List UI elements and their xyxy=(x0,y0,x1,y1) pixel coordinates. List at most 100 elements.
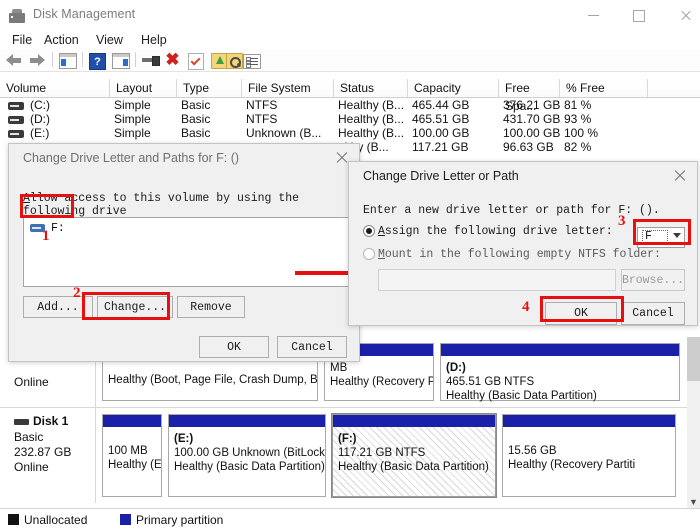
menu-help[interactable]: Help xyxy=(137,32,171,48)
show-hide-console-tree-icon[interactable] xyxy=(59,51,77,69)
dialog2-cancel-button[interactable]: Cancel xyxy=(621,302,685,325)
list-view-icon[interactable] xyxy=(243,51,261,69)
toolbar: ? ✖ xyxy=(0,49,700,72)
partition-label: (F:) xyxy=(333,428,495,446)
close-button[interactable] xyxy=(662,0,700,31)
title-bar: Disk Management xyxy=(0,0,700,34)
dialog2-prompt: Enter a new drive letter or path for F: … xyxy=(363,204,660,217)
disk-management-icon xyxy=(9,9,25,23)
dialog2-title: Change Drive Letter or Path xyxy=(363,169,519,183)
window-title: Disk Management xyxy=(33,7,135,21)
show-hide-action-pane-icon[interactable] xyxy=(112,51,130,69)
dialog1-title: Change Drive Letter and Paths for F: () xyxy=(23,151,239,165)
help-icon[interactable]: ? xyxy=(89,51,107,69)
annotation-highlight-1 xyxy=(20,194,74,218)
menu-action[interactable]: Action xyxy=(40,32,83,48)
disk-row-1[interactable]: Disk 1 Basic 232.87 GB Online 100 MB Hea… xyxy=(0,408,690,503)
partition-bar xyxy=(441,344,679,357)
disk-0-status: Online xyxy=(14,375,95,390)
column-header-file-system[interactable]: File System xyxy=(242,79,334,97)
toolbar-separator xyxy=(135,52,136,67)
drive-icon xyxy=(8,116,24,124)
partition-health: Healthy (Recovery P xyxy=(325,375,433,389)
back-arrow-icon[interactable] xyxy=(6,51,24,69)
properties-icon[interactable] xyxy=(142,51,160,69)
scrollbar-thumb[interactable] xyxy=(687,337,700,381)
disk-1-status: Online xyxy=(14,460,95,475)
partition-d[interactable]: (D:) 465.51 GB NTFS Healthy (Basic Data … xyxy=(440,343,680,401)
partition-size: 15.56 GB xyxy=(503,428,675,458)
disk-map-pane: Online Healthy (Boot, Page File, Crash D… xyxy=(0,337,690,509)
partition-label: (E:) xyxy=(169,428,325,446)
mount-path-input[interactable] xyxy=(378,269,616,291)
disk-1-partitions: 100 MB Healthy (E (E:) 100.00 GB Unknown… xyxy=(96,408,690,503)
menu-view[interactable]: View xyxy=(92,32,127,48)
column-header-type[interactable]: Type xyxy=(177,79,242,97)
dialog1-ok-button[interactable]: OK xyxy=(199,336,269,358)
annotation-highlight-2 xyxy=(82,292,170,320)
search-folder-icon[interactable] xyxy=(226,51,244,69)
annotation-step-2: 2 xyxy=(73,285,81,302)
legend-primary: Primary partition xyxy=(120,513,223,527)
radio-assign-drive-letter[interactable] xyxy=(363,225,375,237)
radio-mount-label: Mount in the following empty NTFS folder… xyxy=(378,248,661,261)
annotation-highlight-3 xyxy=(633,219,691,245)
column-header-layout[interactable]: Layout xyxy=(110,79,177,97)
annotation-step-4: 4 xyxy=(522,299,530,316)
partition-e[interactable]: (E:) 100.00 GB Unknown (BitLocke Healthy… xyxy=(168,414,326,497)
partition-recovery-1[interactable]: 15.56 GB Healthy (Recovery Partiti xyxy=(502,414,676,497)
disk-1-name: Disk 1 xyxy=(14,414,95,428)
partition-efi[interactable]: 100 MB Healthy (E xyxy=(102,414,162,497)
volume-list-header: Volume Layout Type File System Status Ca… xyxy=(0,79,700,98)
dialog1-title-bar: Change Drive Letter and Paths for F: () xyxy=(9,144,359,172)
cell-free: 96.63 GB xyxy=(503,139,554,156)
drive-icon xyxy=(8,130,24,138)
column-header-percent-free[interactable]: % Free xyxy=(560,79,648,97)
column-header-status[interactable]: Status xyxy=(334,79,408,97)
drive-icon xyxy=(8,102,24,110)
column-header-free-space[interactable]: Free Spa... xyxy=(499,79,560,97)
legend-unallocated: Unallocated xyxy=(8,513,87,527)
partition-health: Healthy (Basic Data Partition) xyxy=(169,460,325,474)
disk-map-scrollbar[interactable]: ▼ xyxy=(687,337,700,509)
cell-pct: 82 % xyxy=(564,139,591,156)
partition-bar xyxy=(103,415,161,428)
scroll-down-icon[interactable]: ▼ xyxy=(687,495,700,509)
partition-size: 100.00 GB Unknown (BitLocke xyxy=(169,446,325,460)
drive-paths-listbox[interactable]: F: xyxy=(23,217,353,287)
partition-f[interactable]: (F:) 117.21 GB NTFS Healthy (Basic Data … xyxy=(332,414,496,497)
cell-capacity: 117.21 GB xyxy=(412,139,468,156)
radio-assign-label: Assign the following drive letter: xyxy=(378,225,613,238)
dialog1-cancel-button[interactable]: Cancel xyxy=(277,336,347,358)
partition-health: Healthy (Basic Data Partition) xyxy=(333,460,495,474)
dialog2-close-icon[interactable] xyxy=(663,162,697,190)
disk-1-size: 232.87 GB xyxy=(14,445,95,460)
minimize-button[interactable] xyxy=(570,0,616,31)
change-drive-letter-and-paths-dialog[interactable]: Change Drive Letter and Paths for F: () … xyxy=(8,143,360,362)
remove-button[interactable]: Remove xyxy=(177,296,245,318)
primary-partition-swatch xyxy=(120,514,131,525)
partition-health: Healthy (Recovery Partiti xyxy=(503,458,675,472)
column-header-volume[interactable]: Volume xyxy=(0,79,110,97)
radio-mount-ntfs-folder[interactable] xyxy=(363,248,375,260)
partition-size: 465.51 GB NTFS xyxy=(441,375,679,389)
annotation-step-1: 1 xyxy=(42,228,50,245)
partition-bar xyxy=(169,415,325,428)
toolbar-separator xyxy=(82,52,83,67)
partition-size: 100 MB xyxy=(103,428,161,458)
partition-health: Healthy (E xyxy=(103,458,161,472)
column-header-capacity[interactable]: Capacity xyxy=(408,79,499,97)
maximize-button[interactable] xyxy=(616,0,662,31)
browse-button[interactable]: Browse... xyxy=(621,269,685,291)
disk-management-window: Disk Management File Action View Help ? … xyxy=(0,0,700,532)
menu-file[interactable]: File xyxy=(8,32,36,48)
partition-health: Healthy (Basic Data Partition) xyxy=(441,389,679,403)
toolbar-separator xyxy=(52,52,53,67)
legend-bar: Unallocated Primary partition xyxy=(0,508,700,532)
dialog2-title-bar: Change Drive Letter or Path xyxy=(349,162,697,190)
forward-arrow-icon[interactable] xyxy=(29,51,47,69)
annotation-step-3: 3 xyxy=(618,213,626,230)
check-icon[interactable] xyxy=(188,51,206,69)
partition-size: 117.21 GB NTFS xyxy=(333,446,495,460)
delete-icon[interactable]: ✖ xyxy=(165,51,183,69)
